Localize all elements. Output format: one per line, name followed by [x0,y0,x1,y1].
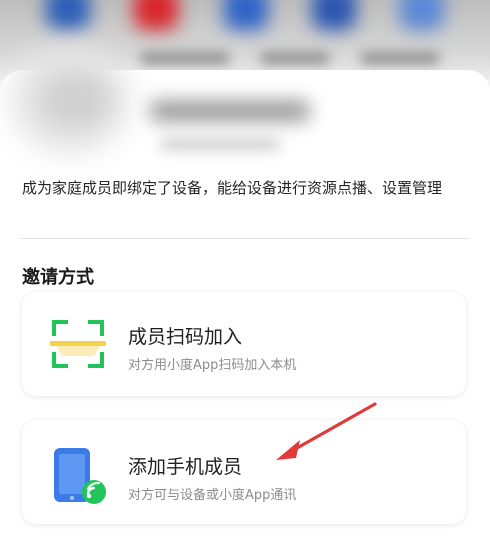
blurred-app-icon [312,0,356,30]
blurred-app-icon [46,0,90,30]
invite-option-subtitle: 对方用小度App扫码加入本机 [128,358,297,373]
invite-option-scan-qr[interactable]: 成员扫码加入 对方用小度App扫码加入本机 [22,292,466,396]
phone-signal-icon [54,448,106,504]
invite-option-subtitle: 对方可与设备或小度App通讯 [128,488,297,503]
member-description: 成为家庭成员即绑定了设备，能给设备进行资源点播、设置管理 [22,179,443,197]
device-subtitle-blurred [160,138,280,150]
blurred-app-icon [400,0,444,30]
qr-scan-icon [50,320,106,368]
device-name-blurred [150,100,310,122]
avatar [40,72,110,128]
invite-option-title: 添加手机成员 [128,456,243,478]
blurred-app-icon [134,0,178,30]
blurred-app-icon [224,0,268,30]
invite-option-title: 成员扫码加入 [128,326,243,348]
divider [20,238,470,239]
invite-option-add-phone[interactable]: 添加手机成员 对方可与设备或小度App通讯 [22,420,466,524]
invite-methods-title: 邀请方式 [22,267,94,288]
